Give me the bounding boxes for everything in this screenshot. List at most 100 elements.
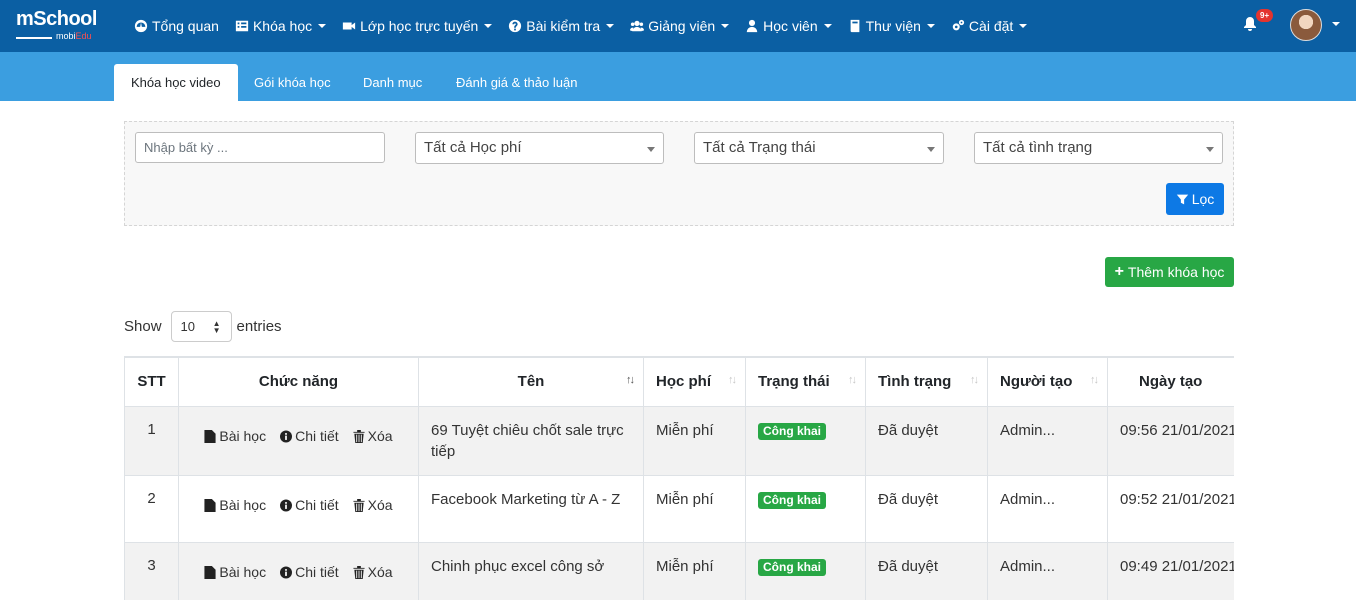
entries-select[interactable]: 10 ▲ ▼ [170,311,232,342]
nav-label: Học viên [763,18,818,34]
nav-label: Cài đặt [968,18,1014,34]
users-icon [630,20,645,32]
nav-label: Khóa học [252,18,313,34]
question-circle-icon [509,19,522,33]
sort-icon: ↑↓ [848,374,857,386]
nav-label: Giảng viên [648,18,716,34]
status-select[interactable]: Tất cả Trạng thái [694,132,944,164]
file-icon [204,429,216,443]
cell-stt: 1 [124,405,179,476]
status-select-value: Tất cả Trạng thái [703,139,816,156]
tab-khoa-hoc-video[interactable]: Khóa học video [114,64,238,101]
header-ten[interactable]: Tên ↑↓ [418,356,644,407]
cell-created: 09:49 21/01/2021 [1107,541,1234,600]
nav-khoa-hoc[interactable]: Khóa học [235,18,327,34]
nav-lop-hoc-truc-tuyen[interactable]: Lớp học trực tuyến [342,18,493,34]
top-navbar: mSchool mobiEdu Tổng quan Khóa học Lớp h… [0,0,1356,52]
table-row: 3 Bài học Chi tiết Xóa Chinh phục excel … [124,541,1234,600]
header-trang-thai[interactable]: Trạng thái ↑↓ [745,356,866,407]
file-icon [204,498,216,512]
sort-icon: ↑↓ [1090,374,1099,386]
main-nav: Tổng quan Khóa học Lớp học trực tuyến Bà… [134,0,1043,52]
list-icon [235,20,249,32]
fee-select[interactable]: Tất cả Học phí [415,132,664,164]
nav-thu-vien[interactable]: Thư viện [848,18,935,34]
chevron-down-icon [926,24,935,28]
detail-button[interactable]: Chi tiết [280,426,339,447]
nav-hoc-vien[interactable]: Học viên [745,18,832,34]
lesson-button[interactable]: Bài học [204,426,266,447]
nav-label: Thư viện [865,18,921,34]
courses-table: STT Chức năng Tên ↑↓ Học phí ↑↓ Trạng thái… [124,356,1234,600]
cell-fee: Miễn phí [643,474,746,543]
chevron-down-icon [484,24,493,28]
state-select[interactable]: Tất cả tình trạng [974,132,1223,164]
delete-button[interactable]: Xóa [353,495,393,516]
logo-underline [16,37,52,39]
cell-status: Công khai [745,405,866,476]
cell-name: 69 Tuyệt chiêu chốt sale trực tiếp [418,405,644,476]
mschool-logo[interactable]: mSchool mobiEdu [16,9,112,43]
header-ngay-tao[interactable]: Ngày tạo [1107,356,1234,407]
sort-icon: ↑↓ [728,374,737,386]
sort-icon: ↑↓ [970,374,979,386]
cell-created: 09:52 21/01/2021 [1107,474,1234,543]
delete-button[interactable]: Xóa [353,562,393,583]
detail-button[interactable]: Chi tiết [280,562,339,583]
tab-danh-gia-thao-luan[interactable]: Đánh giá & thảo luận [439,64,594,101]
cell-creator: Admin... [987,541,1108,600]
nav-label: Tổng quan [152,18,219,34]
table-row: 1 Bài học Chi tiết Xóa 69 Tuyệt chiêu ch… [124,405,1234,476]
filter-button[interactable]: Lọc [1166,183,1224,215]
state-select-value: Tất cả tình trạng [983,139,1093,156]
nav-bai-kiem-tra[interactable]: Bài kiểm tra [508,18,615,34]
chevron-down-icon[interactable] [1332,22,1340,26]
lesson-button[interactable]: Bài học [204,495,266,516]
chevron-down-icon [1206,147,1214,152]
cell-stt: 2 [124,474,179,543]
cogs-icon [952,19,965,31]
show-label: Show [124,318,162,335]
header-stt[interactable]: STT [124,356,179,407]
table-header-row: STT Chức năng Tên ↑↓ Học phí ↑↓ Trạng thái… [124,356,1234,407]
table-row: 2 Bài học Chi tiết Xóa Facebook Marketin… [124,474,1234,543]
courses-table-wrapper[interactable]: STT Chức năng Tên ↑↓ Học phí ↑↓ Trạng thái… [124,356,1234,600]
dashboard-icon [134,19,148,33]
nav-giang-vien[interactable]: Giảng viên [630,18,730,34]
cell-created: 09:56 21/01/2021 [1107,405,1234,476]
header-tinh-trang[interactable]: Tình trạng ↑↓ [865,356,988,407]
user-icon [746,19,758,33]
status-badge: Công khai [758,422,827,440]
nav-cai-dat[interactable]: Cài đặt [951,18,1028,34]
header-nguoi-tao[interactable]: Người tạo ↑↓ [987,356,1108,407]
logo-subtext: mobiEdu [56,31,92,41]
user-avatar[interactable] [1290,9,1322,41]
header-hoc-phi[interactable]: Học phí ↑↓ [643,356,746,407]
nav-label: Lớp học trực tuyến [360,18,479,34]
search-input[interactable]: Nhập bất kỳ ... [135,132,385,163]
chevron-down-icon [606,24,615,28]
delete-button[interactable]: Xóa [353,426,393,447]
cell-name: Chinh phục excel công sở [418,541,644,600]
tab-danh-muc[interactable]: Danh mục [346,64,439,101]
nav-tong-quan[interactable]: Tổng quan [134,18,219,34]
cell-state: Đã duyệt [865,541,988,600]
length-control: Show 10 ▲ ▼ entries [124,311,282,342]
detail-button[interactable]: Chi tiết [280,495,339,516]
chevron-down-icon [318,24,327,28]
cell-actions: Bài học Chi tiết Xóa [178,541,419,600]
cell-state: Đã duyệt [865,474,988,543]
tab-goi-khoa-hoc[interactable]: Gói khóa học [237,64,348,101]
nav-label: Bài kiểm tra [526,18,601,34]
cell-status: Công khai [745,541,866,600]
trash-icon [353,498,365,512]
cell-creator: Admin... [987,405,1108,476]
filter-panel: Nhập bất kỳ ... Tất cả Học phí Tất cả Tr… [124,121,1234,226]
lesson-button[interactable]: Bài học [204,562,266,583]
cell-creator: Admin... [987,474,1108,543]
entries-value: 10 [180,319,195,334]
add-course-button[interactable]: + Thêm khóa học [1105,257,1234,287]
entries-label: entries [236,318,282,335]
cell-fee: Miễn phí [643,405,746,476]
sub-tab-bar: Khóa học video Gói khóa học Danh mục Đán… [0,52,1356,101]
